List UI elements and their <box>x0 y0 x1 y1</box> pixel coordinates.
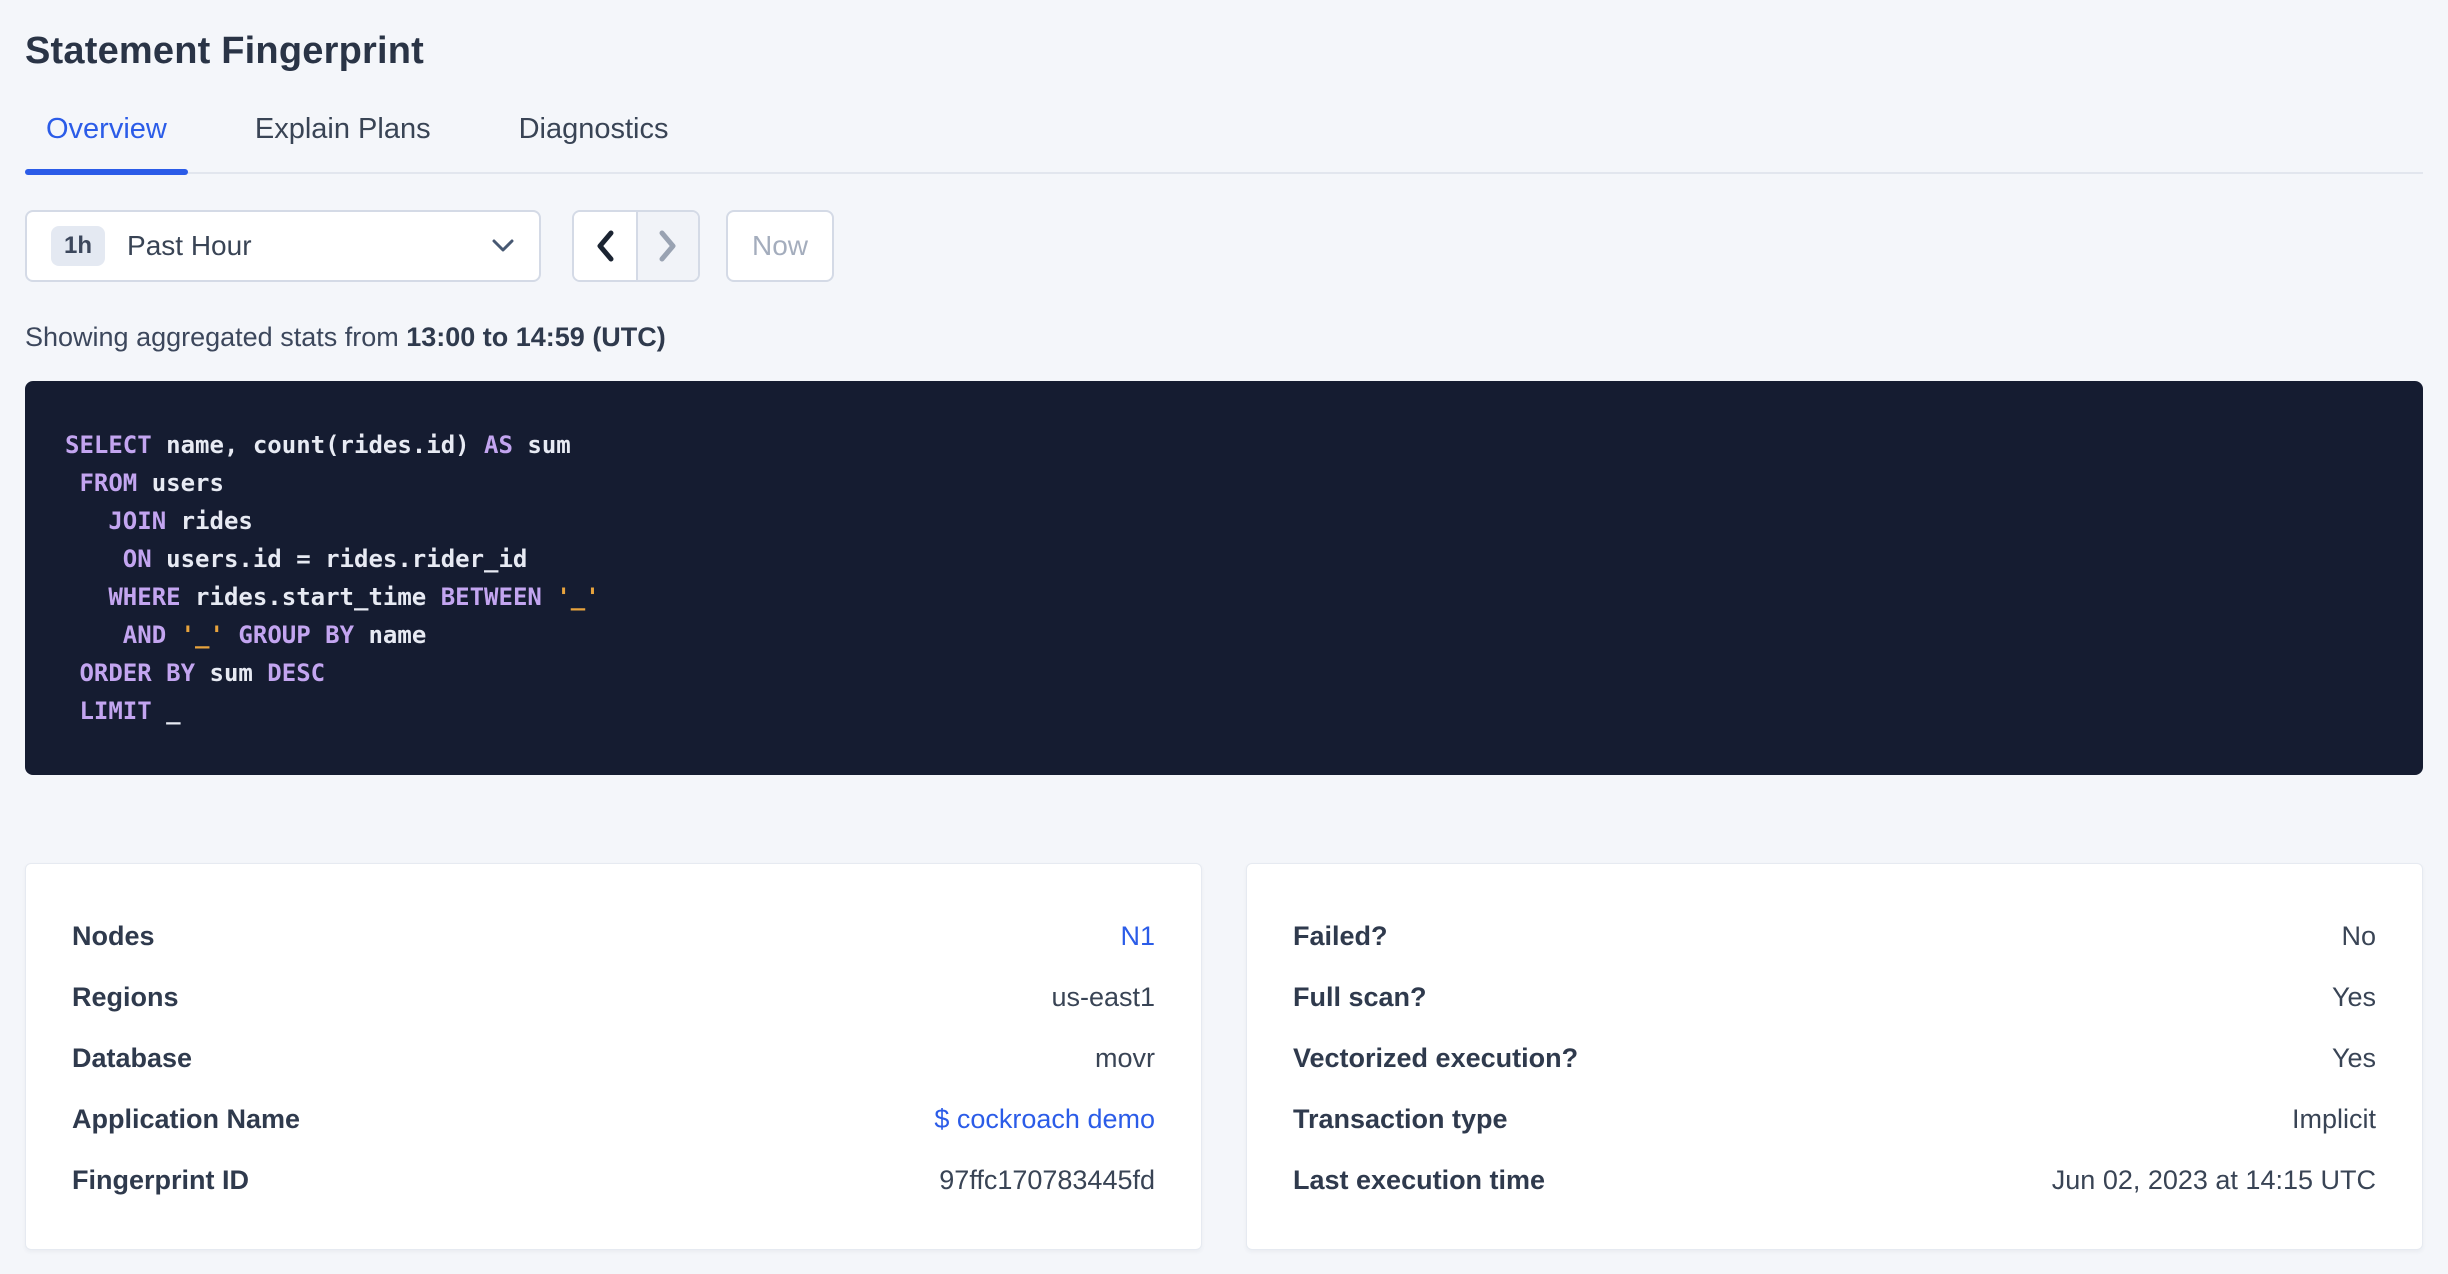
sql-text: _ <box>151 697 181 725</box>
execution-attributes-card: Failed? No Full scan? Yes Vectorized executi… <box>1246 863 2423 1250</box>
sql-keyword: WHERE <box>108 583 181 611</box>
sql-line: WHERE rides.start_time BETWEEN '_' <box>65 578 2383 616</box>
card-row: Failed? No <box>1293 906 2376 967</box>
card-row: Regions us-east1 <box>72 967 1155 1028</box>
aggregated-stats-line: Showing aggregated stats from 13:00 to 1… <box>25 322 2423 353</box>
summary-cards: Nodes N1 Regions us-east1 Database movr Applic… <box>25 863 2423 1250</box>
sql-string-literal: '_' <box>180 621 224 649</box>
row-value: Yes <box>2331 1043 2376 1073</box>
row-label: Database <box>72 1043 193 1073</box>
sql-line: ON users.id = rides.rider_id <box>65 540 2383 578</box>
stats-prefix: Showing aggregated stats from <box>25 322 407 352</box>
sql-keyword: ON <box>122 545 152 573</box>
row-value-link[interactable]: $ cockroach demo <box>934 1104 1155 1135</box>
row-value: Yes <box>2331 982 2376 1012</box>
card-row: Nodes N1 <box>72 906 1155 967</box>
row-value: Implicit <box>2291 1104 2376 1134</box>
card-row: Transaction type Implicit <box>1293 1089 2376 1150</box>
sql-text: rides <box>166 507 253 535</box>
row-label: Full scan? <box>1293 982 1427 1012</box>
sql-text: name <box>354 621 427 649</box>
row-label: Failed? <box>1293 921 1388 951</box>
card-row: Vectorized execution? Yes <box>1293 1028 2376 1089</box>
sql-keyword: ORDER BY <box>79 659 196 687</box>
card-row: Full scan? Yes <box>1293 967 2376 1028</box>
sql-keyword: AND <box>122 621 167 649</box>
row-value-link[interactable]: N1 <box>1120 921 1155 952</box>
sql-keyword: FROM <box>79 469 138 497</box>
sql-text: users <box>137 469 224 497</box>
row-value: us-east1 <box>1051 982 1155 1012</box>
sql-line: FROM users <box>65 464 2383 502</box>
statement-details-card: Nodes N1 Regions us-east1 Database movr Applic… <box>25 863 1202 1250</box>
sql-keyword: SELECT <box>65 431 152 459</box>
time-controls: 1h Past Hour Now <box>25 210 2423 282</box>
sql-statement-box: SELECT name, count(rides.id) AS sum FROM… <box>25 381 2423 775</box>
sql-line: ORDER BY sum DESC <box>65 654 2383 692</box>
sql-keyword: GROUP BY <box>238 621 355 649</box>
row-label: Regions <box>72 982 179 1012</box>
sql-line: JOIN rides <box>65 502 2383 540</box>
sql-keyword: BETWEEN <box>440 583 542 611</box>
row-label: Nodes <box>72 921 155 951</box>
time-interval-dropdown[interactable]: 1h Past Hour <box>25 210 541 282</box>
row-label: Vectorized execution? <box>1293 1043 1579 1073</box>
page-title: Statement Fingerprint <box>25 30 425 72</box>
sql-keyword: JOIN <box>108 507 167 535</box>
card-row: Database movr <box>72 1028 1155 1089</box>
time-interval-label: Past Hour <box>127 230 252 261</box>
sql-keyword: LIMIT <box>79 697 152 725</box>
sql-text: users.id = rides.rider_id <box>151 545 528 573</box>
row-label: Last execution time <box>1293 1165 1546 1195</box>
statement-fingerprint-page: Statement Fingerprint Overview Explain P… <box>0 0 2448 1274</box>
row-label: Application Name <box>72 1104 301 1134</box>
tab-overview[interactable]: Overview <box>25 113 188 175</box>
row-value: movr <box>1095 1043 1155 1073</box>
sql-text: sum <box>512 431 571 459</box>
sql-keyword: AS <box>484 431 513 459</box>
card-row: Fingerprint ID 97ffc170783445fd <box>72 1150 1155 1211</box>
prev-time-button[interactable] <box>574 212 636 280</box>
card-row: Application Name $ cockroach demo <box>72 1089 1155 1150</box>
row-label: Transaction type <box>1293 1104 1508 1134</box>
chevron-down-icon <box>491 238 515 254</box>
tab-explain-plans[interactable]: Explain Plans <box>234 113 452 172</box>
next-time-button[interactable] <box>636 212 698 280</box>
row-value: 97ffc170783445fd <box>939 1165 1155 1195</box>
sql-string-literal: '_' <box>556 583 600 611</box>
chevron-right-icon <box>657 229 679 263</box>
chevron-left-icon <box>594 229 616 263</box>
sql-line: LIMIT _ <box>65 692 2383 730</box>
now-button[interactable]: Now <box>726 210 834 282</box>
row-value: Jun 02, 2023 at 14:15 UTC <box>2051 1165 2376 1195</box>
time-arrow-button-group <box>572 210 700 282</box>
stats-time-range: 13:00 to 14:59 (UTC) <box>406 322 666 352</box>
sql-text: rides.start_time <box>180 583 441 611</box>
sql-line: SELECT name, count(rides.id) AS sum <box>65 426 2383 464</box>
sql-line: AND '_' GROUP BY name <box>65 616 2383 654</box>
sql-text: name, count(rides.id) <box>151 431 485 459</box>
row-label: Fingerprint ID <box>72 1165 249 1195</box>
sql-text: sum <box>195 659 268 687</box>
row-value: No <box>2341 921 2376 951</box>
card-row: Last execution time Jun 02, 2023 at 14:15… <box>1293 1150 2376 1211</box>
tab-diagnostics[interactable]: Diagnostics <box>498 113 690 172</box>
tab-bar: Overview Explain Plans Diagnostics <box>25 113 2423 175</box>
time-interval-badge: 1h <box>51 226 106 266</box>
sql-keyword: DESC <box>267 659 326 687</box>
